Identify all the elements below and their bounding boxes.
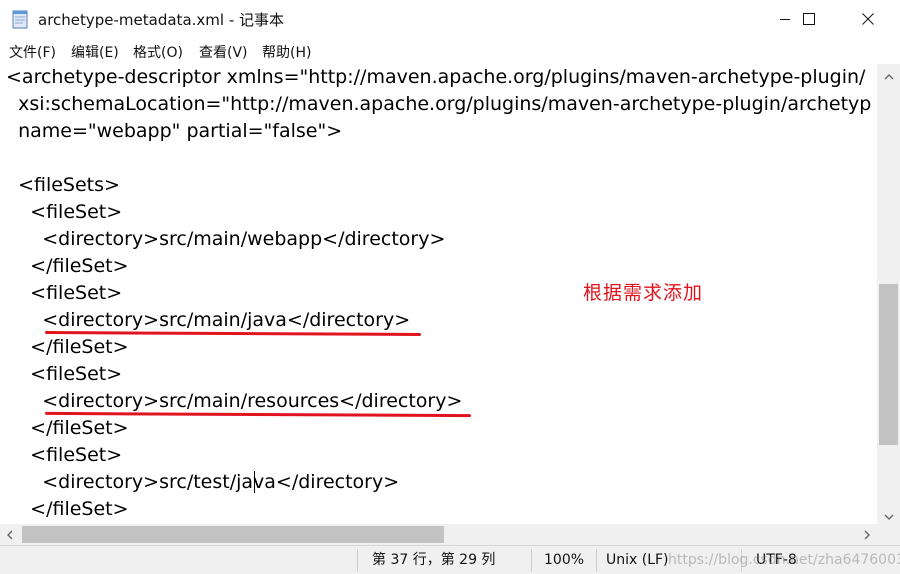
- watermark: https://blog.csdn.net/zha6476003: [668, 552, 900, 568]
- editor-line: </fileSet>: [6, 336, 129, 358]
- annotation-note: 根据需求添加: [583, 282, 704, 304]
- scrollbar-corner: [877, 524, 900, 545]
- editor-line: <directory>src/main/webapp</directory>: [6, 228, 446, 250]
- horizontal-scroll-thumb[interactable]: [22, 526, 444, 543]
- editor-line: <fileSet>: [6, 363, 123, 385]
- scroll-down-button[interactable]: [877, 504, 900, 524]
- menu-edit[interactable]: 编辑(E): [71, 42, 119, 62]
- cursor-position: 第 37 行，第 29 列: [372, 552, 496, 568]
- menu-format[interactable]: 格式(O): [133, 42, 183, 62]
- chevron-down-icon: [884, 505, 894, 524]
- chevron-up-icon: [884, 65, 894, 84]
- menu-bar: 文件(F) 编辑(E) 格式(O) 查看(V) 帮助(H): [0, 38, 900, 64]
- close-button[interactable]: [845, 0, 891, 38]
- menu-view[interactable]: 查看(V): [199, 42, 248, 62]
- menu-file[interactable]: 文件(F): [9, 42, 56, 62]
- chevron-right-icon: [864, 525, 870, 544]
- title-bar: archetype-metadata.xml - 记事本: [0, 0, 900, 38]
- editor-line: xsi:schemaLocation="http://maven.apache.…: [6, 93, 872, 115]
- status-bar: 第 37 行，第 29 列 100% Unix (LF) UTF-8 https…: [0, 545, 900, 574]
- editor-line: </fileSet>: [6, 255, 129, 277]
- zoom-level: 100%: [544, 552, 585, 568]
- editor-line: <fileSet>: [6, 201, 123, 223]
- editor-line: <directory>src/test/java</directory>: [6, 471, 400, 493]
- text-caret: [254, 471, 255, 493]
- scroll-right-button[interactable]: [857, 524, 877, 545]
- editor-line: <directory>src/main/resources</directory…: [6, 390, 463, 412]
- close-icon: [862, 13, 874, 25]
- window-title: archetype-metadata.xml - 记事本: [38, 11, 285, 29]
- status-divider: [357, 549, 358, 572]
- text-editor[interactable]: <archetype-descriptor xmlns="http://mave…: [0, 64, 877, 524]
- chevron-left-icon: [7, 525, 13, 544]
- editor-line: <fileSets>: [6, 174, 120, 196]
- editor-line: </fileSet>: [6, 417, 129, 439]
- maximize-icon: [803, 13, 815, 25]
- editor-line: <fileSet>: [6, 282, 123, 304]
- scroll-left-button[interactable]: [0, 524, 20, 545]
- scroll-up-button[interactable]: [877, 64, 900, 84]
- editor-line: name="webapp" partial="false">: [6, 120, 343, 142]
- status-divider: [531, 549, 532, 572]
- menu-help[interactable]: 帮助(H): [262, 42, 311, 62]
- editor-line: </fileSet>: [6, 498, 129, 520]
- status-divider: [596, 549, 597, 572]
- maximize-button[interactable]: [786, 0, 832, 38]
- vertical-scroll-thumb[interactable]: [879, 284, 898, 445]
- editor-line: <archetype-descriptor xmlns="http://mave…: [6, 66, 866, 88]
- horizontal-scrollbar[interactable]: [0, 524, 877, 545]
- line-ending: Unix (LF): [606, 552, 669, 568]
- editor-line: <fileSet>: [6, 444, 123, 466]
- editor-line: <directory>src/main/java</directory>: [6, 309, 411, 331]
- vertical-scrollbar[interactable]: [877, 64, 900, 524]
- notepad-icon: [12, 9, 30, 29]
